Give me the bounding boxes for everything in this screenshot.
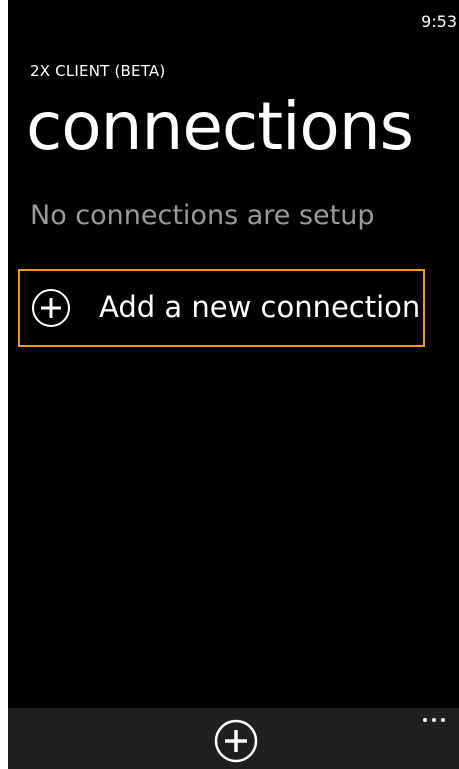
- app-title: 2X CLIENT (BETA): [30, 62, 166, 80]
- app-bar-add-button[interactable]: [211, 719, 261, 769]
- phone-screen: 9:53 2X CLIENT (BETA) connections No con…: [8, 0, 459, 769]
- status-bar: 9:53: [8, 0, 459, 34]
- add-circle-icon: [32, 289, 70, 327]
- ellipsis-icon[interactable]: [419, 710, 449, 730]
- empty-message: No connections are setup: [30, 200, 375, 231]
- page-title: connections: [26, 88, 414, 165]
- add-connection-label: Add a new connection: [99, 290, 421, 324]
- app-bar: [8, 708, 459, 769]
- add-connection-item[interactable]: Add a new connection: [18, 269, 425, 347]
- status-time: 9:53: [421, 12, 457, 31]
